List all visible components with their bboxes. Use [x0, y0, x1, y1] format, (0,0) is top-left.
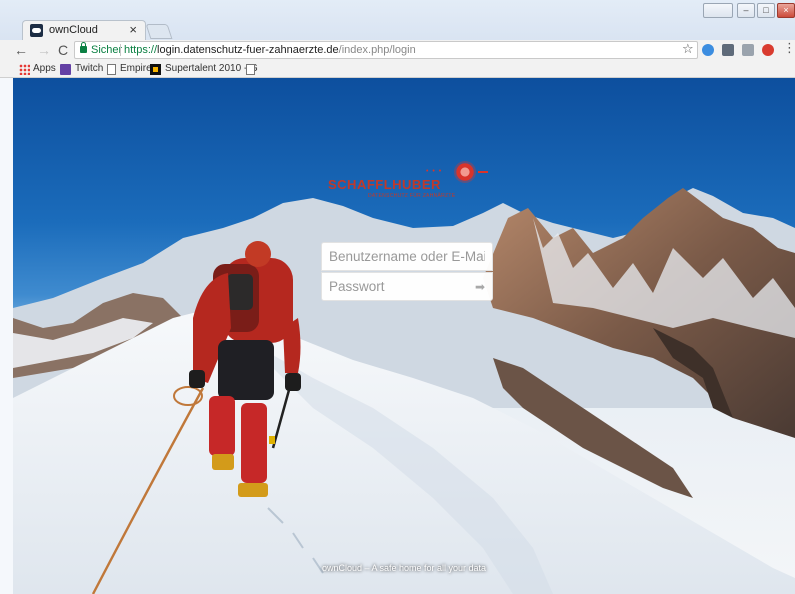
url-path: /index.php/login [338, 44, 416, 56]
bookmark-star-icon[interactable]: ☆ [682, 41, 694, 57]
url-host: login.datenschutz-fuer-zahnaerzte.de [157, 44, 339, 56]
bookmarks-bar: Apps Twitch Empire Supertalent 2010 - G [0, 61, 795, 78]
browser-window: ownCloud × – □ × ← → C Sicher https://lo… [0, 0, 795, 594]
globe-extension-icon[interactable] [702, 44, 714, 56]
page-icon[interactable] [246, 64, 255, 75]
supertalent-icon [150, 64, 161, 75]
logo-line [478, 171, 488, 173]
tab-title: ownCloud [49, 24, 98, 36]
username-input[interactable] [322, 243, 492, 270]
login-form: ➡ [321, 242, 493, 302]
footer-text: ownCloud – A safe home for all your data [321, 563, 487, 573]
minimize-button[interactable]: – [737, 3, 755, 18]
page-viewport: • • • SCHAFFLHUBER DATENSCHUTZ FÜR ZAHNÄ… [13, 78, 795, 594]
new-tab-button[interactable] [145, 24, 173, 39]
bookmark-twitch[interactable]: Twitch [75, 63, 103, 74]
bookmark-supertalent[interactable]: Supertalent 2010 - G [165, 63, 258, 74]
username-field[interactable] [321, 242, 493, 271]
arrow-right-icon[interactable]: ➡ [475, 280, 485, 294]
tab-owncloud[interactable]: ownCloud × [22, 20, 146, 40]
bookmark-empire[interactable]: Empire [120, 63, 152, 74]
password-field[interactable]: ➡ [321, 272, 493, 301]
forward-button[interactable]: → [37, 42, 51, 58]
logo-target-icon [454, 161, 476, 183]
tab-close-icon[interactable]: × [129, 22, 137, 38]
address-separator [120, 44, 121, 56]
extension-icon[interactable] [722, 44, 734, 56]
page-icon [107, 64, 116, 75]
password-input[interactable] [322, 273, 492, 300]
reload-button[interactable]: C [58, 42, 68, 58]
url-scheme: https:// [124, 44, 158, 56]
address-bar[interactable]: Sicher https://login.datenschutz-fuer-za… [74, 41, 698, 59]
adblock-extension-icon[interactable] [762, 44, 774, 56]
title-bar: ownCloud × – □ × [0, 0, 795, 40]
close-window-button[interactable]: × [777, 3, 795, 18]
bookmark-apps[interactable]: Apps [33, 63, 56, 74]
extension-icon[interactable] [742, 44, 754, 56]
mountain-background-image [13, 188, 795, 594]
twitch-icon [60, 64, 71, 75]
logo-tagline: DATENSCHUTZ FÜR ZAHNÄRZTE [368, 193, 456, 199]
owncloud-favicon-icon [30, 24, 43, 37]
url-text[interactable]: https://login.datenschutz-fuer-zahnaerzt… [124, 44, 416, 56]
back-button[interactable]: ← [14, 42, 28, 58]
apps-grid-icon[interactable] [19, 64, 30, 75]
logo-name: SCHAFFLHUBER [328, 177, 441, 192]
maximize-button[interactable]: □ [757, 3, 775, 18]
logo-dots-icon: • • • [426, 168, 443, 175]
lock-icon [80, 42, 87, 53]
browser-menu-icon[interactable]: ⋮ [783, 41, 795, 55]
schafflhuber-logo: • • • SCHAFFLHUBER DATENSCHUTZ FÜR ZAHNÄ… [328, 158, 498, 208]
security-label: Sicher [91, 44, 123, 56]
profile-button[interactable] [703, 3, 733, 18]
browser-toolbar: ← → C Sicher https://login.datenschutz-f… [0, 40, 795, 61]
